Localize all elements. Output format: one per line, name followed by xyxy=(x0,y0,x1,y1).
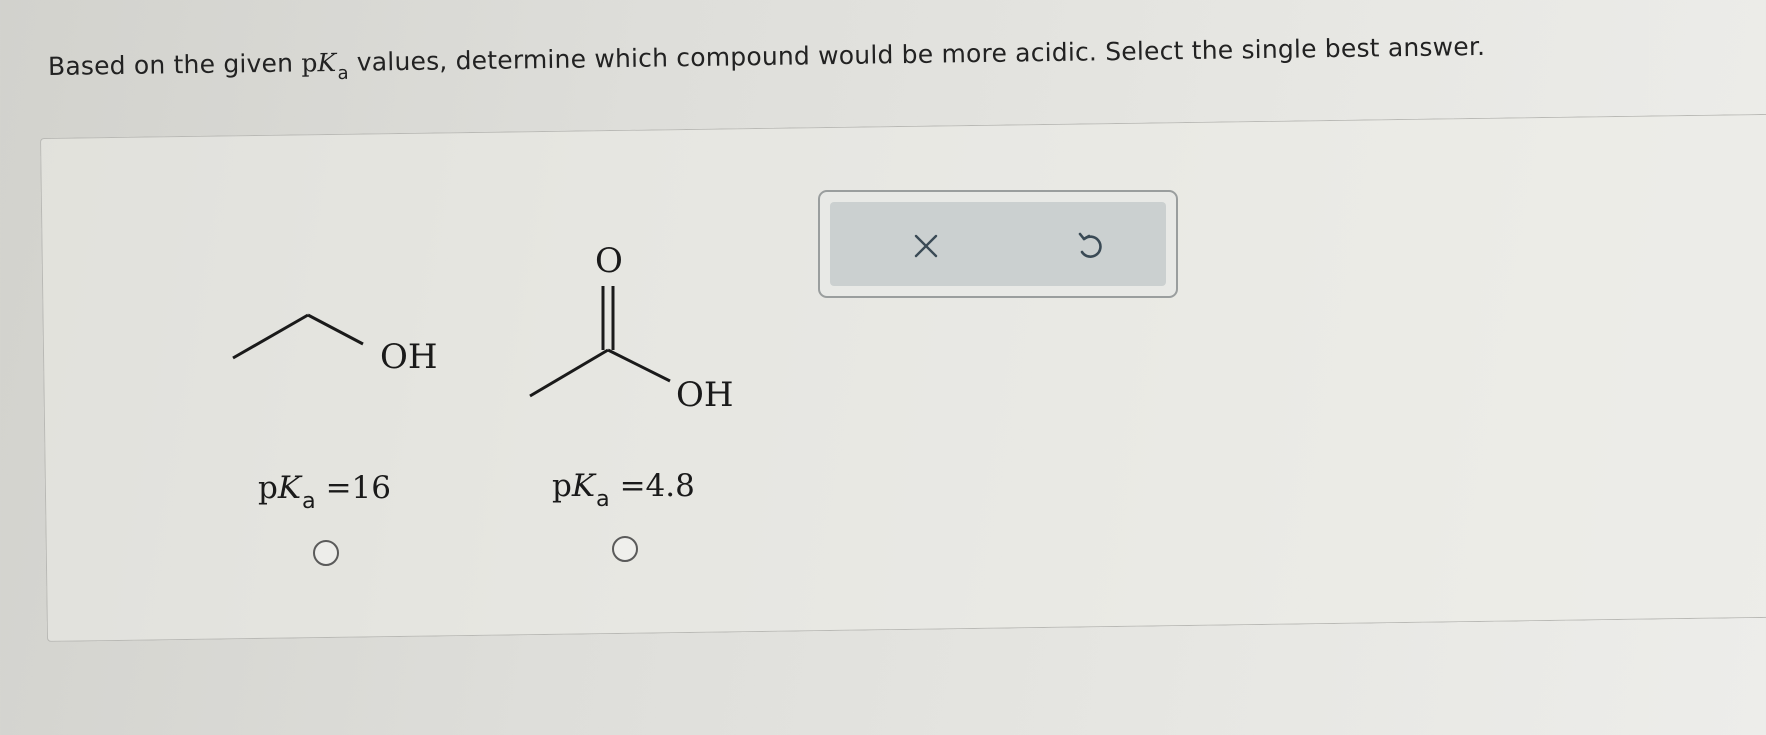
question-text-after: values, determine which compound would b… xyxy=(348,31,1486,77)
acetic-acid-methyl-bond xyxy=(529,348,609,398)
acetic-acid-pka: pKa =4.8 xyxy=(552,468,695,512)
pka-symbol: pKa xyxy=(301,47,349,84)
acetic-acid-pka-p: p xyxy=(552,468,572,504)
ethanol-radio-button[interactable] xyxy=(313,540,339,566)
pka-subscript: a xyxy=(337,62,349,85)
ethanol-pka-p: p xyxy=(258,470,278,506)
toolbar-inner xyxy=(830,202,1166,286)
ethanol-oh-label: OH xyxy=(380,337,438,377)
ethanol-pka-value: =16 xyxy=(315,470,391,506)
acetic-acid-pka-subscript: a xyxy=(596,486,610,513)
ethanol-bond-2 xyxy=(307,313,364,346)
question-prompt: Based on the given pKa values, determine… xyxy=(47,31,1486,84)
undo-button[interactable] xyxy=(1068,224,1112,268)
acetic-acid-o-label: O xyxy=(595,241,623,281)
ethanol-bond-1 xyxy=(232,313,309,360)
question-text-before: Based on the given xyxy=(47,48,302,81)
answer-toolbar xyxy=(818,190,1178,298)
pka-k: K xyxy=(317,47,337,78)
ethanol-pka-k: K xyxy=(277,470,302,506)
acetic-acid-pka-value: =4.8 xyxy=(609,468,695,504)
acetic-acid-pka-k: K xyxy=(571,468,596,504)
ethanol-pka-subscript: a xyxy=(302,488,316,515)
clear-button[interactable] xyxy=(904,224,948,268)
acetic-acid-oh-label: OH xyxy=(676,375,734,415)
ethanol-skeletal-formula: OH xyxy=(232,313,438,377)
acetic-acid-structure: O OH xyxy=(520,238,760,418)
ethanol-structure: OH xyxy=(228,300,448,380)
x-icon xyxy=(914,234,938,258)
undo-icon xyxy=(1078,232,1102,258)
pka-p: p xyxy=(301,48,318,78)
acetic-acid-skeletal-formula: O OH xyxy=(529,241,734,415)
acetic-acid-oh-bond xyxy=(607,348,671,383)
acetic-acid-radio-button[interactable] xyxy=(612,536,638,562)
ethanol-pka: pKa =16 xyxy=(258,470,391,514)
